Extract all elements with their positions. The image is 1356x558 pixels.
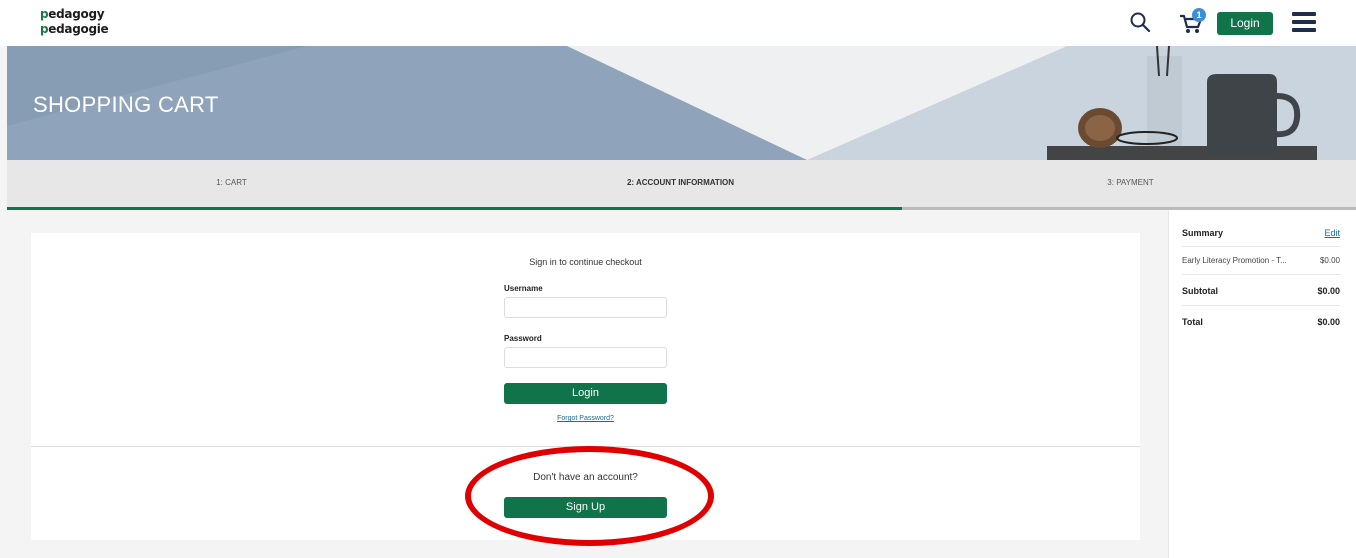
cart-icon[interactable]: 1 [1178,8,1208,36]
summary-divider [1182,274,1340,275]
password-input[interactable] [504,347,667,368]
progress-fill [7,207,902,210]
signin-heading: Sign in to continue checkout [529,257,642,267]
summary-divider [1182,246,1340,247]
page-title: SHOPPING CART [33,92,219,117]
no-account-text: Don't have an account? [533,472,638,483]
hamburger-menu-icon[interactable] [1292,12,1316,34]
subtotal-row: Subtotal $0.00 [1182,286,1340,298]
total-label: Total [1182,317,1203,327]
step-account-information[interactable]: 2: ACCOUNT INFORMATION [456,160,905,208]
step-payment[interactable]: 3: PAYMENT [905,160,1356,208]
signup-button[interactable]: Sign Up [504,497,667,518]
total-row: Total $0.00 [1182,317,1340,329]
summary-item: Early Literacy Promotion - T... $0.00 [1182,256,1340,268]
header-login-button[interactable]: Login [1217,12,1273,35]
username-label: Username [504,284,543,293]
top-header: pedagogy pedagogie 1 Login [0,0,1356,46]
page-banner: SHOPPING CART [7,46,1356,160]
logo-line-english: pedagogy [40,7,105,21]
login-button[interactable]: Login [504,383,667,404]
summary-item-name: Early Literacy Promotion - T... [1182,256,1287,265]
logo-line-french: pedagogie [40,22,109,36]
subtotal-label: Subtotal [1182,286,1218,296]
username-input[interactable] [504,297,667,318]
password-label: Password [504,334,542,343]
edit-cart-link[interactable]: Edit [1324,228,1340,238]
summary-header: Summary Edit [1182,228,1340,242]
summary-title: Summary [1182,228,1224,238]
signin-card: Sign in to continue checkout Username Pa… [31,233,1140,540]
pedagogy-logo[interactable]: pedagogy pedagogie [40,7,130,41]
search-icon[interactable] [1128,10,1152,34]
checkout-steps: 1: CART 2: ACCOUNT INFORMATION 3: PAYMEN… [7,160,1356,208]
total-value: $0.00 [1317,317,1340,327]
cart-count-badge: 1 [1192,8,1206,22]
forgot-password-link[interactable]: Forgot Password? [504,415,667,422]
section-divider [31,446,1140,447]
order-summary-panel: Summary Edit Early Literacy Promotion - … [1168,210,1356,558]
summary-divider [1182,305,1340,306]
summary-item-price: $0.00 [1319,256,1340,265]
checkout-progress-bar [7,207,1356,210]
step-cart[interactable]: 1: CART [7,160,456,208]
subtotal-value: $0.00 [1317,286,1340,296]
